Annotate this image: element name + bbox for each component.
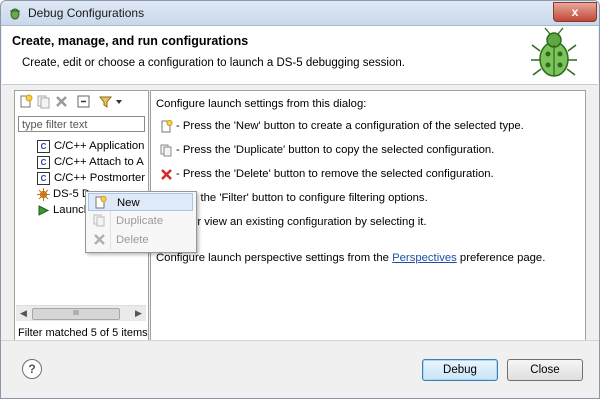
close-button[interactable]: Close bbox=[507, 359, 583, 381]
menu-item-delete[interactable]: Delete bbox=[88, 231, 193, 249]
intro-text: Configure launch settings from this dial… bbox=[156, 98, 367, 110]
context-menu: New Duplicate Delete bbox=[85, 191, 197, 253]
window-close-button[interactable]: x bbox=[553, 2, 597, 22]
tree-horizontal-scrollbar[interactable]: ◀ III ▶ bbox=[16, 305, 146, 321]
c-config-icon: C bbox=[37, 155, 50, 169]
debug-bug-icon bbox=[531, 27, 577, 77]
tree-item-label: C/C++ Postmorter bbox=[54, 172, 146, 184]
scroll-right-icon[interactable]: ▶ bbox=[131, 306, 146, 321]
duplicate-icon[interactable] bbox=[36, 94, 51, 109]
tree-item-c-attach[interactable]: C C/C++ Attach to A bbox=[37, 154, 144, 170]
filter-icon[interactable] bbox=[98, 94, 113, 109]
perspectives-link[interactable]: Perspectives bbox=[392, 252, 457, 264]
dropdown-arrow-icon[interactable] bbox=[114, 94, 124, 109]
c-config-icon: C bbox=[37, 139, 50, 153]
tree-item-c-postmortem[interactable]: C C/C++ Postmorter bbox=[37, 170, 145, 186]
debug-button[interactable]: Debug bbox=[422, 359, 498, 381]
header-banner: Create, manage, and run configurations C… bbox=[2, 26, 598, 85]
tree-item-ds5[interactable]: DS-5 D bbox=[37, 186, 90, 202]
duplicate-icon bbox=[160, 144, 172, 157]
new-config-icon bbox=[95, 196, 107, 209]
banner-subtitle: Create, edit or choose a configuration t… bbox=[22, 57, 405, 69]
help-icon[interactable]: ? bbox=[22, 359, 42, 379]
scroll-left-icon[interactable]: ◀ bbox=[16, 306, 31, 321]
banner-heading: Create, manage, and run configurations bbox=[12, 34, 249, 48]
scroll-thumb[interactable]: III bbox=[32, 308, 120, 320]
tree-item-c-application[interactable]: C C/C++ Application bbox=[37, 138, 144, 154]
tree-item-launch-group[interactable]: Launch bbox=[37, 202, 90, 218]
new-config-icon[interactable] bbox=[18, 94, 33, 109]
delete-icon bbox=[94, 234, 105, 245]
perspectives-text: Configure launch perspective settings fr… bbox=[156, 252, 545, 264]
filter-status: Filter matched 5 of 5 items bbox=[18, 327, 148, 339]
new-config-icon bbox=[161, 120, 173, 133]
perspectives-text-after: preference page. bbox=[456, 252, 546, 264]
help-line-duplicate: - Press the 'Duplicate' button to copy t… bbox=[176, 144, 495, 156]
debug-configurations-dialog: Debug Configurations x Create, manage, a… bbox=[0, 0, 600, 399]
menu-item-new[interactable]: New bbox=[88, 193, 193, 211]
launch-settings-panel: Configure launch settings from this dial… bbox=[150, 90, 586, 342]
ds5-config-icon bbox=[37, 187, 50, 201]
c-config-icon: C bbox=[37, 171, 50, 185]
button-bar: ? Debug Close bbox=[1, 340, 599, 398]
launch-group-icon bbox=[38, 204, 50, 216]
dialog-content: type filter text C C/C++ Application C C/C… bbox=[1, 85, 599, 342]
tree-item-label: C/C++ Application bbox=[54, 140, 145, 152]
menu-item-label: Duplicate bbox=[116, 215, 164, 227]
title-bar: Debug Configurations x bbox=[1, 1, 599, 26]
menu-item-label: Delete bbox=[116, 234, 149, 246]
help-line-new: - Press the 'New' button to create a con… bbox=[176, 120, 524, 132]
menu-item-duplicate[interactable]: Duplicate bbox=[88, 212, 193, 230]
help-line-edit: dit or view an existing configuration by… bbox=[176, 216, 427, 228]
tree-item-label: C/C++ Attach to A bbox=[54, 156, 144, 168]
delete-icon[interactable] bbox=[54, 94, 69, 109]
delete-icon bbox=[161, 169, 172, 180]
window-title: Debug Configurations bbox=[28, 6, 145, 20]
menu-item-label: New bbox=[117, 197, 140, 209]
filter-input[interactable]: type filter text bbox=[18, 116, 145, 132]
help-line-delete: - Press the 'Delete' button to remove th… bbox=[176, 168, 494, 180]
duplicate-icon bbox=[93, 214, 105, 227]
collapse-all-icon[interactable] bbox=[76, 94, 91, 109]
perspectives-text-before: Configure launch perspective settings fr… bbox=[156, 252, 393, 264]
help-line-filter: ress the 'Filter' button to configure fi… bbox=[176, 192, 428, 204]
bug-app-icon bbox=[10, 8, 20, 20]
